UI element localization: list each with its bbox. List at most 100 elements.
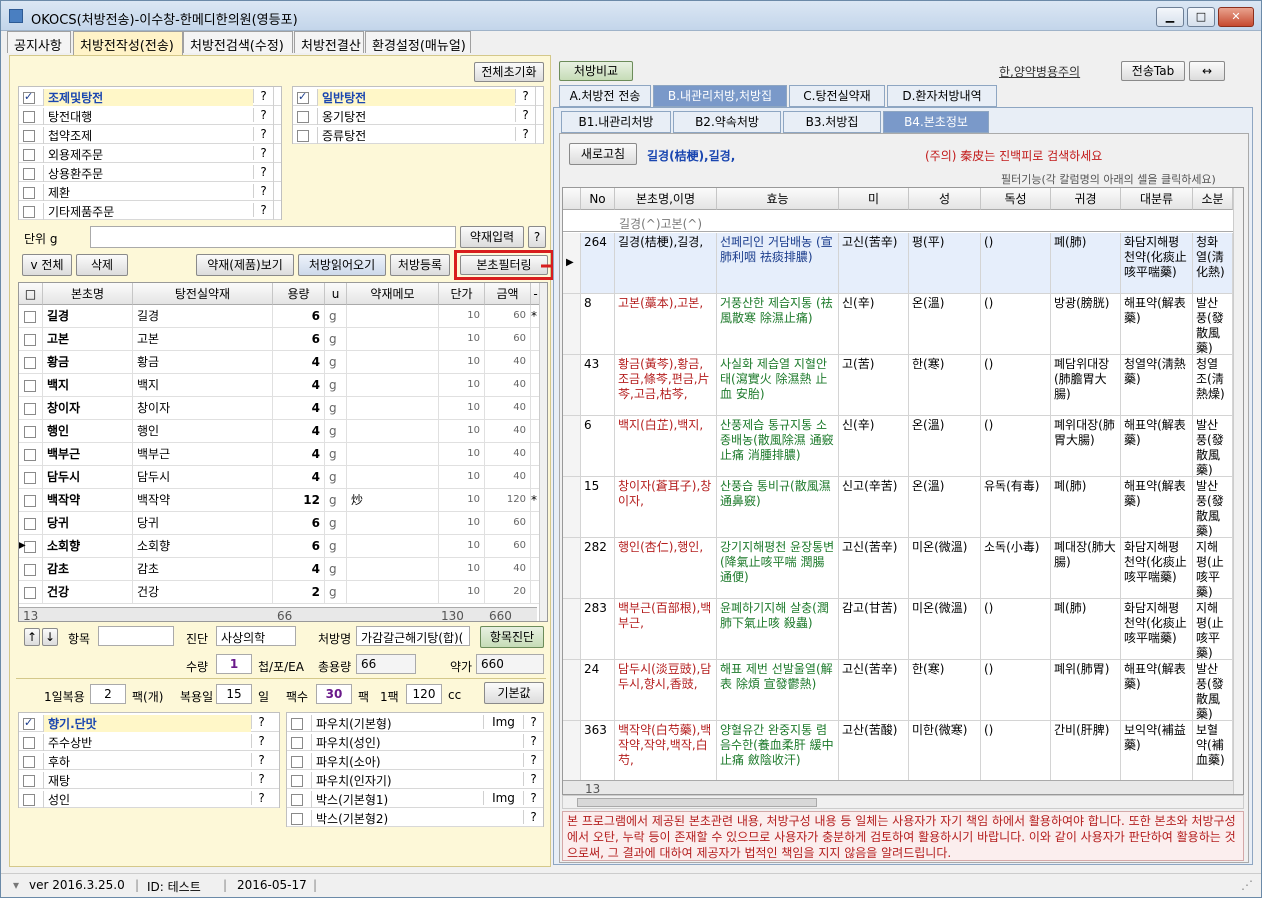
table-row[interactable]: 24 담두시(淡豆豉),담두시,향시,香豉, 해표 제번 선발울열(解表 除煩 宣發… [563, 660, 1243, 721]
item-diagnosis-button[interactable]: 항목진단 [480, 626, 544, 648]
checkbox[interactable] [23, 148, 35, 161]
menu-write-rx[interactable]: 처방전작성(전송) [73, 31, 183, 55]
checkbox[interactable] [24, 563, 36, 576]
list-item[interactable]: 재탕? [19, 770, 279, 789]
subtab-herb-info[interactable]: B4.본초정보 [883, 111, 989, 133]
table-row[interactable]: 행인 행인 4 g 10 40 [19, 420, 541, 443]
packs-field[interactable]: 30 [316, 684, 352, 704]
list-item[interactable]: 파우치(소아)? [287, 751, 543, 770]
horizontal-scrollbar[interactable] [562, 795, 1244, 809]
refresh-button[interactable]: 새로고침 [569, 143, 637, 165]
table-row[interactable]: 건강 건강 2 g 10 20 [19, 581, 541, 604]
list-item[interactable]: 박스(기본형1) Img? [287, 789, 543, 808]
checkbox[interactable] [23, 716, 35, 730]
checkbox[interactable] [23, 90, 35, 104]
checkbox[interactable] [297, 90, 309, 104]
list-item[interactable]: 파우치(인자기)? [287, 770, 543, 789]
close-button[interactable]: ✕ [1218, 7, 1254, 27]
checkbox[interactable] [24, 402, 36, 415]
table-row[interactable]: 8 고본(藁本),고본, 거풍산한 제습지통 (祛風散寒 除濕止痛) 신(辛) 온(溫)… [563, 294, 1243, 355]
daily-dose-field[interactable]: 2 [90, 684, 126, 704]
checkbox[interactable] [291, 736, 303, 749]
list-item[interactable]: 증류탕전? [293, 125, 543, 144]
quantity-field[interactable]: 1 [216, 654, 252, 674]
checkbox[interactable] [24, 448, 36, 461]
list-item[interactable]: 기타제품주문? [19, 201, 281, 220]
table-row[interactable]: 당귀 당귀 6 g 10 60 [19, 512, 541, 535]
minimize-button[interactable]: ▁ [1156, 7, 1184, 27]
move-up-button[interactable]: ↑ [24, 628, 40, 646]
swap-panels-button[interactable]: ↔ [1189, 61, 1225, 81]
list-item[interactable]: 탕전대행? [19, 106, 281, 125]
subtab-rx-book[interactable]: B3.처방집 [783, 111, 881, 133]
list-item[interactable]: 박스(기본형2)? [287, 808, 543, 827]
list-item[interactable]: 일반탕전? [293, 87, 543, 106]
table-row[interactable]: 감초 감초 4 g 10 40 [19, 558, 541, 581]
register-rx-button[interactable]: 처방등록 [390, 254, 450, 276]
compare-rx-button[interactable]: 처방비교 [559, 61, 633, 81]
checkbox[interactable] [24, 517, 36, 530]
herb-filter-button[interactable]: 본초필터링 [460, 255, 548, 275]
menu-settlement[interactable]: 처방전결산 [294, 31, 364, 54]
table-row[interactable]: 황금 황금 4 g 10 40 [19, 351, 541, 374]
table-row[interactable]: 담두시 담두시 4 g 10 40 [19, 466, 541, 489]
checkbox[interactable] [23, 205, 35, 218]
default-values-button[interactable]: 기본값 [484, 682, 544, 704]
menu-settings[interactable]: 환경설정(매뉴얼) [365, 31, 471, 54]
grid-scrollbar[interactable] [539, 283, 547, 621]
rx-name-field[interactable]: 가감갈근해기탕(합)( [356, 626, 470, 646]
table-row[interactable]: 282 행인(杏仁),행인, 강기지해평천 윤장통변(降氣止咳平喘 潤腸通便) 고신(… [563, 538, 1243, 599]
current-row-indicator-icon[interactable]: ▶ [563, 233, 581, 293]
checkbox[interactable] [291, 812, 303, 825]
reset-all-button[interactable]: 전체초기화 [474, 62, 544, 82]
table-row[interactable]: 6 백지(白芷),백지, 산풍제습 통규지통 소종배농(散風除濕 通竅止痛 消腫排膿… [563, 416, 1243, 477]
table-row[interactable]: 363 백작약(白芍藥),백작약,작약,백작,白芍, 양혈유간 완중지통 렴음수한(… [563, 721, 1243, 782]
table-row[interactable]: 43 황금(黃芩),황금,조금,條芩,편금,片芩,고금,枯芩, 사실화 제습열 지혈… [563, 355, 1243, 416]
checkbox[interactable] [24, 310, 36, 323]
checkbox[interactable] [24, 586, 36, 599]
filter-row[interactable]: 길경(^)고본(^) [563, 212, 1233, 232]
checkbox[interactable] [291, 717, 303, 730]
checkbox[interactable] [24, 494, 36, 507]
select-all-button[interactable]: v 전체 [22, 254, 72, 276]
item-input[interactable] [98, 626, 174, 646]
move-down-button[interactable]: ↓ [42, 628, 58, 646]
table-row[interactable]: 길경 길경 6 g 10 60 * [19, 305, 541, 328]
maximize-button[interactable]: □ [1187, 7, 1215, 27]
list-item[interactable]: 첩약조제? [19, 125, 281, 144]
delete-button[interactable]: 삭제 [76, 254, 128, 276]
tab-patient-history[interactable]: D.환자처방내역 [887, 85, 997, 107]
list-item[interactable]: 파우치(성인)? [287, 732, 543, 751]
tab-decoction[interactable]: C.탕전실약재 [789, 85, 885, 107]
checkbox[interactable] [23, 736, 35, 749]
checkbox[interactable] [24, 471, 36, 484]
checkbox[interactable] [291, 793, 303, 806]
checkbox[interactable] [23, 755, 35, 768]
table-row[interactable]: 백지 백지 4 g 10 40 [19, 374, 541, 397]
grid-scrollbar[interactable] [1233, 188, 1243, 794]
checkbox[interactable] [297, 129, 309, 142]
list-item[interactable]: 옹기탕전? [293, 106, 543, 125]
checkbox[interactable] [291, 774, 303, 787]
table-row[interactable]: 15 창이자(蒼耳子),창이자, 산풍습 통비규(散風濕 通鼻竅) 신고(辛苦) 온(溫… [563, 477, 1243, 538]
table-row[interactable]: 소회향 소회향 6 g 10 60 [19, 535, 541, 558]
checkbox[interactable] [24, 379, 36, 392]
list-item[interactable]: 향기.단맛? [19, 713, 279, 732]
checkbox[interactable] [23, 774, 35, 787]
caution-link[interactable]: 한,양약병용주의 [999, 63, 1080, 80]
checkbox[interactable] [23, 793, 35, 806]
load-rx-button[interactable]: 처방읽어오기 [298, 254, 386, 276]
checkbox[interactable] [24, 425, 36, 438]
view-herb-button[interactable]: 약재(제품)보기 [196, 254, 294, 276]
menu-notice[interactable]: 공지사항 [7, 31, 71, 54]
list-item[interactable]: 성인? [19, 789, 279, 808]
subtab-promise-rx[interactable]: B2.약속처방 [673, 111, 781, 133]
checkbox[interactable] [23, 129, 35, 142]
table-row[interactable]: 고본 고본 6 g 10 60 [19, 328, 541, 351]
resize-grip-icon[interactable]: ⋰ [1241, 878, 1253, 892]
diagnosis-field[interactable]: 사상의학 [216, 626, 296, 646]
table-row[interactable]: 창이자 창이자 4 g 10 40 [19, 397, 541, 420]
list-item[interactable]: 후하? [19, 751, 279, 770]
herb-input-button[interactable]: 약재입력 [460, 226, 524, 248]
checkbox[interactable] [23, 186, 35, 199]
